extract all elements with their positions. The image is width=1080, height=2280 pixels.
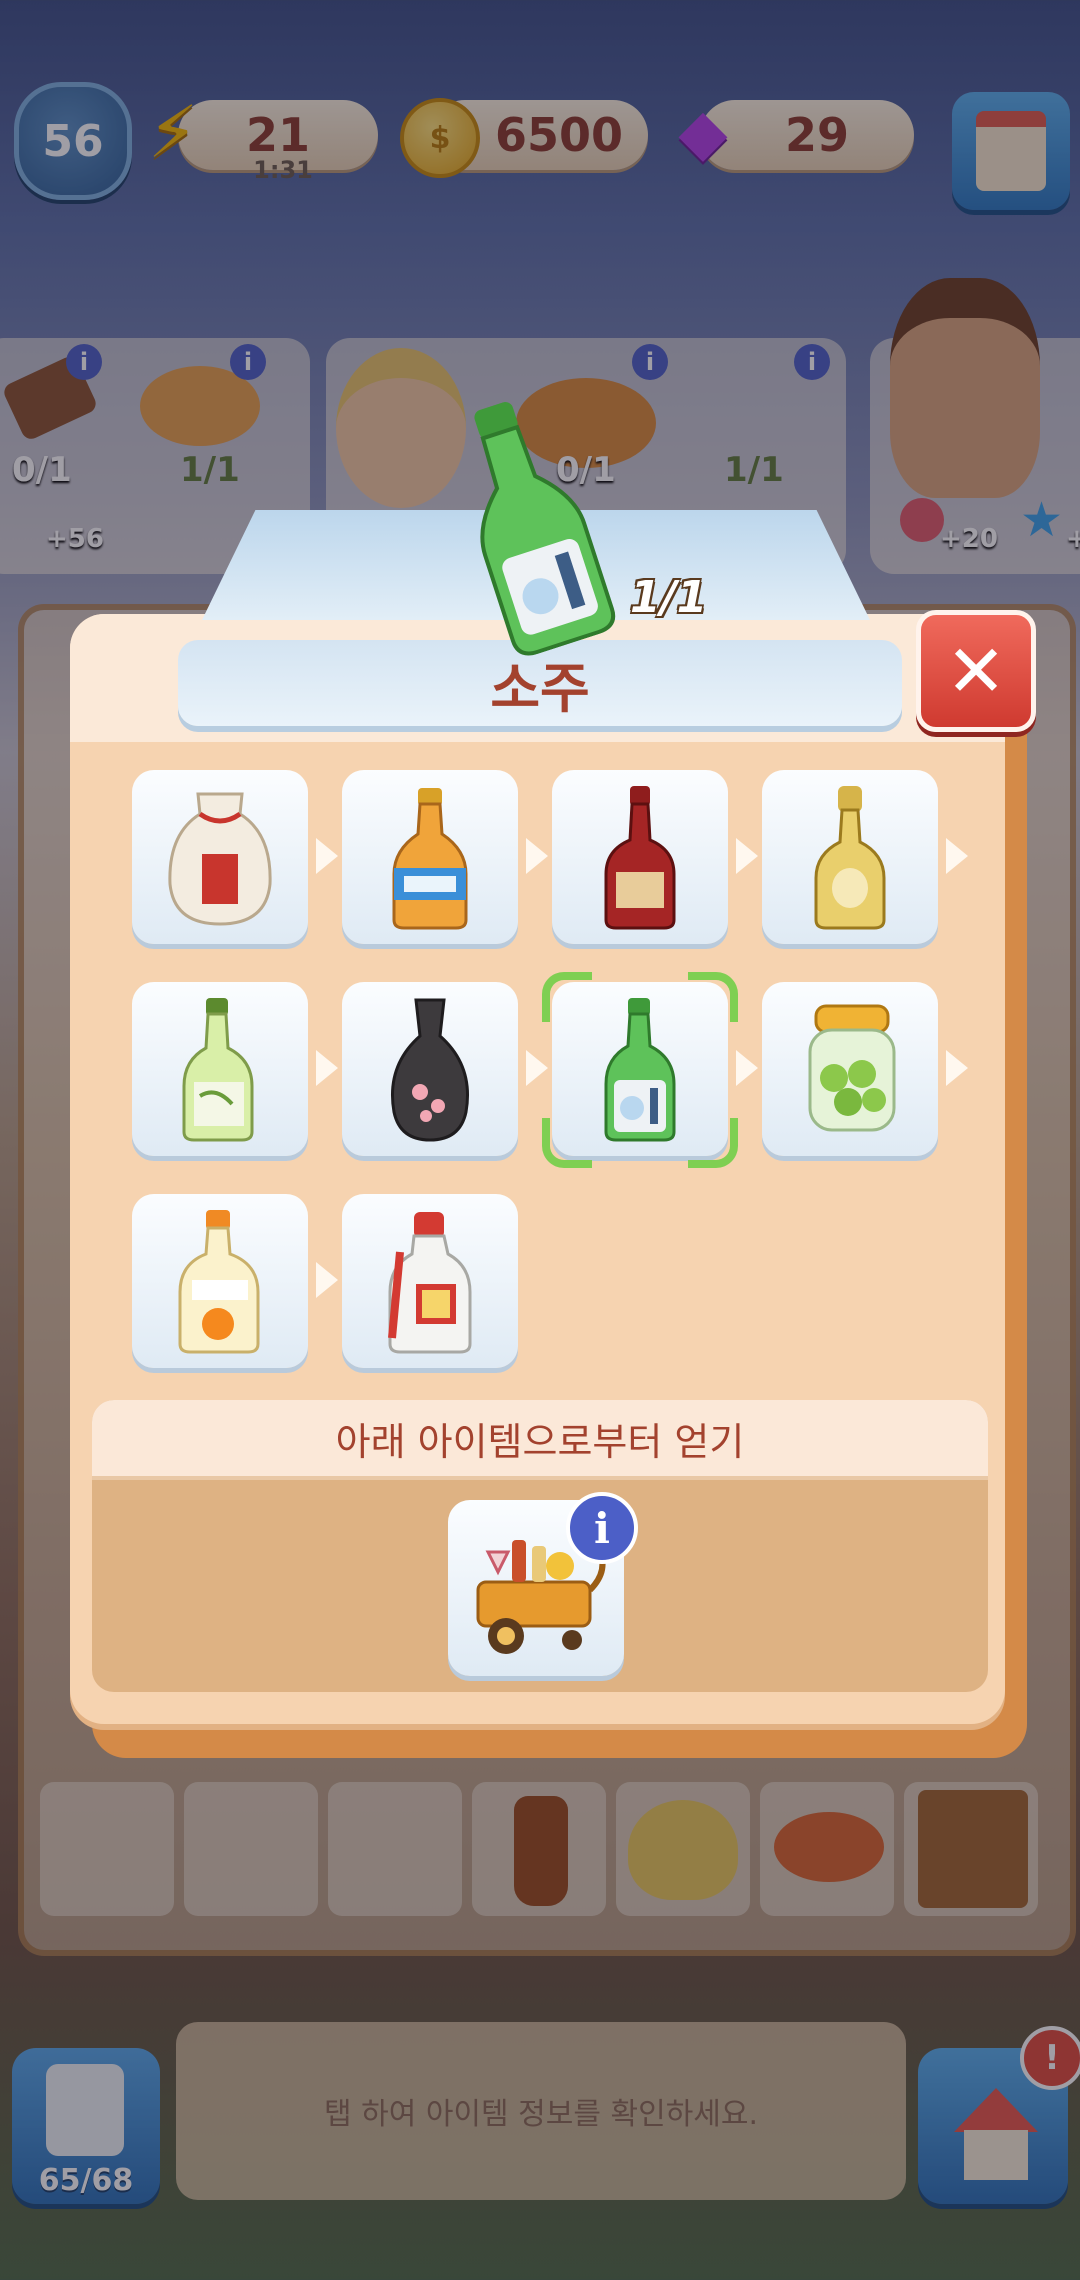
chain-cell-pickled-plum-jar[interactable] (762, 982, 938, 1156)
makgeolli-jar-icon (168, 792, 272, 926)
info-icon: i (594, 1503, 610, 1553)
chain-cell-sake-bottle[interactable] (342, 982, 518, 1156)
pickled-plum-jar-icon (808, 1004, 896, 1132)
chain-cell-champagne-bottle[interactable] (762, 770, 938, 944)
selected-item-frame (542, 972, 738, 1168)
baijiu-bottle-icon (388, 1212, 472, 1354)
close-button[interactable]: ✕ (916, 610, 1036, 732)
progress-count: 1/1 (630, 572, 708, 623)
chain-cell-white-wine-bottle[interactable] (132, 982, 308, 1156)
chain-cell-baijiu-bottle[interactable] (342, 1194, 518, 1368)
orange-liqueur-bottle-icon (178, 1210, 260, 1354)
chain-cell-makgeolli-jar[interactable] (132, 770, 308, 944)
source-header: 아래 아이템으로부터 얻기 (92, 1400, 988, 1480)
red-wine-bottle-icon (604, 786, 676, 930)
chain-cell-red-wine-bottle[interactable] (552, 770, 728, 944)
close-icon: ✕ (945, 629, 1007, 713)
chain-arrow (736, 838, 758, 874)
chain-arrow (946, 1050, 968, 1086)
chain-arrow (946, 838, 968, 874)
chain-arrow (316, 1262, 338, 1298)
champagne-bottle-icon (814, 786, 886, 930)
chain-cell-beer-bottle[interactable] (342, 770, 518, 944)
source-info-button[interactable]: i (566, 1492, 638, 1564)
source-header-text: 아래 아이템으로부터 얻기 (335, 1419, 745, 1464)
beer-bottle-icon (392, 788, 468, 930)
sake-bottle-icon (390, 998, 470, 1142)
chain-arrow (736, 1050, 758, 1086)
chain-arrow (316, 838, 338, 874)
chain-arrow (316, 1050, 338, 1086)
modal-title: 소주 (490, 656, 590, 720)
chain-arrow (526, 838, 548, 874)
white-wine-bottle-icon (182, 998, 254, 1142)
chain-cell-orange-liqueur-bottle[interactable] (132, 1194, 308, 1368)
